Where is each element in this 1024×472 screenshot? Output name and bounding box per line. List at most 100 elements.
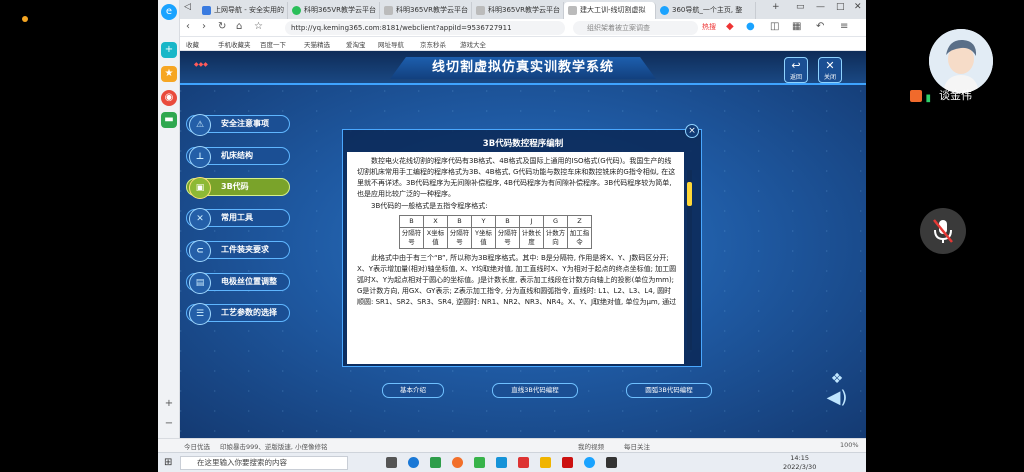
- menu-label: 电极丝位置调整: [221, 277, 277, 286]
- add-icon[interactable]: +: [161, 396, 177, 412]
- app-icon[interactable]: [496, 457, 507, 468]
- folder-icon[interactable]: [540, 457, 551, 468]
- extension-icon[interactable]: ◫: [770, 21, 779, 32]
- basic-intro-button[interactable]: 基本介绍: [382, 383, 444, 398]
- status-follow[interactable]: 每日关注: [624, 441, 650, 451]
- table-cell: G: [543, 215, 568, 228]
- tab[interactable]: 科明365VR教学云平台: [380, 2, 472, 19]
- dialog-content[interactable]: 数控电火花线切割的程序代码有3B格式、4B格式及国际上通用的ISO格式(G代码)…: [347, 152, 684, 364]
- table-cell: 加工指令: [567, 227, 592, 249]
- tab-active[interactable]: 建大工训-线切割虚拟: [564, 2, 656, 19]
- table-cell: B: [399, 215, 424, 228]
- table-cell: J: [519, 215, 544, 228]
- menu-wire-position[interactable]: ▤ 电极丝位置调整: [186, 272, 290, 294]
- menu-label: 机床结构: [221, 151, 253, 160]
- tab[interactable]: 科明365VR教学云平台: [288, 2, 380, 19]
- bookmark-item[interactable]: 收藏: [186, 39, 199, 49]
- sidebar-app-icon[interactable]: +: [161, 42, 177, 58]
- avatar[interactable]: [929, 29, 993, 93]
- line-3b-button[interactable]: 直线3B代码编程: [492, 383, 578, 398]
- windows-start-icon[interactable]: ⊞: [164, 457, 172, 468]
- format-line: 3B代码的一般格式是五指令程序格式:: [371, 202, 488, 210]
- status-video[interactable]: 我的视频: [578, 441, 604, 451]
- clock-time: 14:15: [790, 454, 810, 462]
- menu-tools[interactable]: ✕ 常用工具: [186, 208, 290, 230]
- bookmark-item[interactable]: 手机收藏夹: [218, 39, 251, 49]
- dialog-close-button[interactable]: ×: [685, 124, 699, 138]
- table-cell: B: [447, 215, 472, 228]
- menu-clamping[interactable]: ⊂ 工件装夹要求: [186, 240, 290, 262]
- status-news[interactable]: 印娘暴击999、逆版版速, 小侄像修铭: [220, 441, 328, 451]
- app-icon[interactable]: [562, 457, 573, 468]
- minimize-icon[interactable]: —: [816, 2, 825, 12]
- menu-safety[interactable]: ⚠ 安全注意事项: [186, 114, 290, 136]
- extension-icon[interactable]: ◆: [726, 21, 734, 32]
- tab-list-icon[interactable]: ▭: [796, 2, 805, 12]
- weibo-icon[interactable]: ◉: [161, 90, 177, 106]
- app-icon[interactable]: [430, 457, 441, 468]
- warning-icon: ⚠: [189, 114, 211, 136]
- return-button[interactable]: ↩ 返回: [784, 57, 808, 83]
- bookmark-item[interactable]: 爱淘宝: [346, 39, 366, 49]
- refresh-icon[interactable]: ↻: [218, 21, 226, 32]
- taskbar-search-input[interactable]: 在这里输入你要搜索的内容: [180, 456, 348, 470]
- logo-icon: ◆◆◆: [194, 61, 208, 68]
- taskview-icon[interactable]: [386, 457, 397, 468]
- edge-icon[interactable]: [408, 457, 419, 468]
- close-label: 关闭: [823, 74, 836, 81]
- undo-icon[interactable]: ↶: [816, 21, 824, 32]
- extension-icon[interactable]: ●: [746, 21, 755, 32]
- app-icon[interactable]: [452, 457, 463, 468]
- browser-logo-icon[interactable]: e: [161, 4, 177, 20]
- dialog-scroll-thumb[interactable]: [687, 182, 692, 206]
- clamp-icon: ⊂: [189, 240, 211, 262]
- star-icon[interactable]: ★: [161, 66, 177, 82]
- table-cell: 分隔符号: [447, 227, 472, 249]
- browser-status-bar: 今日优选 印娘暴击999、逆版版速, 小侄像修铭 我的视频 每日关注 100%: [158, 438, 866, 452]
- home-icon[interactable]: ⌂: [236, 21, 242, 32]
- sound-button[interactable]: ❖ ◀): [820, 371, 854, 417]
- bookmark-item[interactable]: 游戏大全: [460, 39, 486, 49]
- new-tab-button[interactable]: +: [772, 2, 780, 12]
- grid-icon[interactable]: ▦: [792, 21, 801, 32]
- wechat-icon[interactable]: [474, 457, 485, 468]
- nav-arrow-icon[interactable]: ◁: [184, 2, 191, 12]
- arc-3b-button[interactable]: 圆弧3B代码编程: [626, 383, 712, 398]
- menu-3b-code[interactable]: ▣ 3B代码: [186, 177, 290, 199]
- search-input[interactable]: 组织架着被立案调查: [573, 21, 698, 35]
- maximize-icon[interactable]: □: [836, 2, 845, 12]
- bookmark-item[interactable]: 网址导航: [378, 39, 404, 49]
- browser-icon[interactable]: [584, 457, 595, 468]
- bookmark-item[interactable]: 天猫精选: [304, 39, 330, 49]
- menu-process-params[interactable]: ☰ 工艺参数的选择: [186, 303, 290, 325]
- hot-search-label[interactable]: 热搜: [702, 22, 716, 32]
- menu-icon[interactable]: ≡: [840, 21, 848, 32]
- bookmark-star-icon[interactable]: ☆: [254, 21, 263, 32]
- forward-icon[interactable]: ›: [202, 21, 206, 32]
- table-cell: X: [423, 215, 448, 228]
- status-left[interactable]: 今日优选: [184, 441, 210, 451]
- app-close-button[interactable]: ✕ 关闭: [818, 57, 842, 83]
- mute-button[interactable]: [920, 208, 966, 254]
- zoom-level[interactable]: 100%: [840, 441, 859, 449]
- clock[interactable]: 14:15 2022/3/30: [783, 454, 816, 472]
- folder-icon[interactable]: ▬: [161, 112, 177, 128]
- tab[interactable]: 360导航_一个主页, 整: [656, 2, 756, 19]
- tab[interactable]: 上网导航 - 安全实用的: [198, 2, 288, 19]
- clock-date: 2022/3/30: [783, 463, 817, 471]
- tab[interactable]: 科明365VR教学云平台: [472, 2, 564, 19]
- minus-icon[interactable]: −: [161, 416, 177, 432]
- menu-machine-structure[interactable]: ⊥ 机床结构: [186, 146, 290, 168]
- status-dot: [22, 16, 28, 22]
- return-label: 返回: [789, 74, 802, 81]
- tab-label: 上网导航 - 安全实用的: [214, 6, 284, 14]
- app-icon[interactable]: [606, 457, 617, 468]
- back-icon[interactable]: ‹: [186, 21, 190, 32]
- bookmark-item[interactable]: 百度一下: [260, 39, 286, 49]
- table-row: B X B Y B J G Z: [399, 215, 592, 228]
- avatar-illustration: [929, 29, 993, 93]
- window-close-icon[interactable]: ✕: [854, 2, 862, 12]
- url-field[interactable]: http://yq.keming365.com:8181/webclient?a…: [285, 21, 565, 35]
- app-icon[interactable]: [518, 457, 529, 468]
- bookmark-item[interactable]: 京东秒杀: [420, 39, 446, 49]
